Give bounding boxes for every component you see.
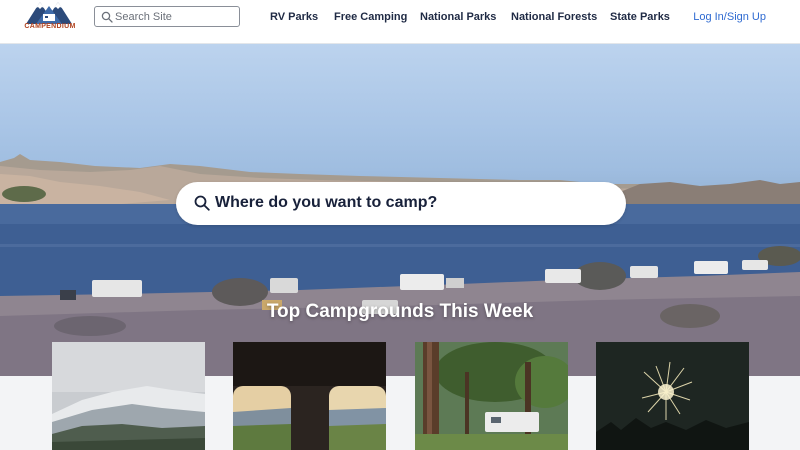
search-icon: [101, 11, 113, 23]
logo-mountain-icon: [26, 2, 72, 24]
hero-search-bar[interactable]: Where do you want to camp?: [176, 182, 626, 225]
hero-search-placeholder: Where do you want to camp?: [215, 194, 438, 211]
nav-free-camping[interactable]: Free Camping: [334, 11, 407, 23]
nav-national-parks[interactable]: National Parks: [420, 11, 496, 23]
fireworks-photo: [596, 342, 749, 450]
site-search[interactable]: [94, 6, 240, 27]
window-mountain-view-photo: [233, 342, 386, 450]
login-signup-link[interactable]: Log In/Sign Up: [693, 11, 766, 23]
nav-state-parks[interactable]: State Parks: [610, 11, 670, 23]
site-header: CAMPENDIUM RV Parks Free Camping Nationa…: [0, 0, 800, 44]
campground-card-2[interactable]: [233, 342, 386, 450]
nav-national-forests[interactable]: National Forests: [511, 11, 597, 23]
logo-wordmark: CAMPENDIUM: [24, 23, 76, 30]
campendium-logo[interactable]: CAMPENDIUM: [18, 0, 80, 36]
campground-card-3[interactable]: [415, 342, 568, 450]
nav-rv-parks[interactable]: RV Parks: [270, 11, 318, 23]
campground-card-1[interactable]: [52, 342, 205, 450]
forest-trailer-photo: [415, 342, 568, 450]
snowy-mountain-photo: [52, 342, 205, 450]
top-campgrounds-heading: Top Campgrounds This Week: [266, 301, 534, 322]
campground-card-4[interactable]: [596, 342, 749, 450]
search-input[interactable]: [115, 8, 235, 25]
hero-banner: Where do you want to camp? Top Campgroun…: [0, 44, 800, 376]
search-icon: [194, 195, 210, 211]
